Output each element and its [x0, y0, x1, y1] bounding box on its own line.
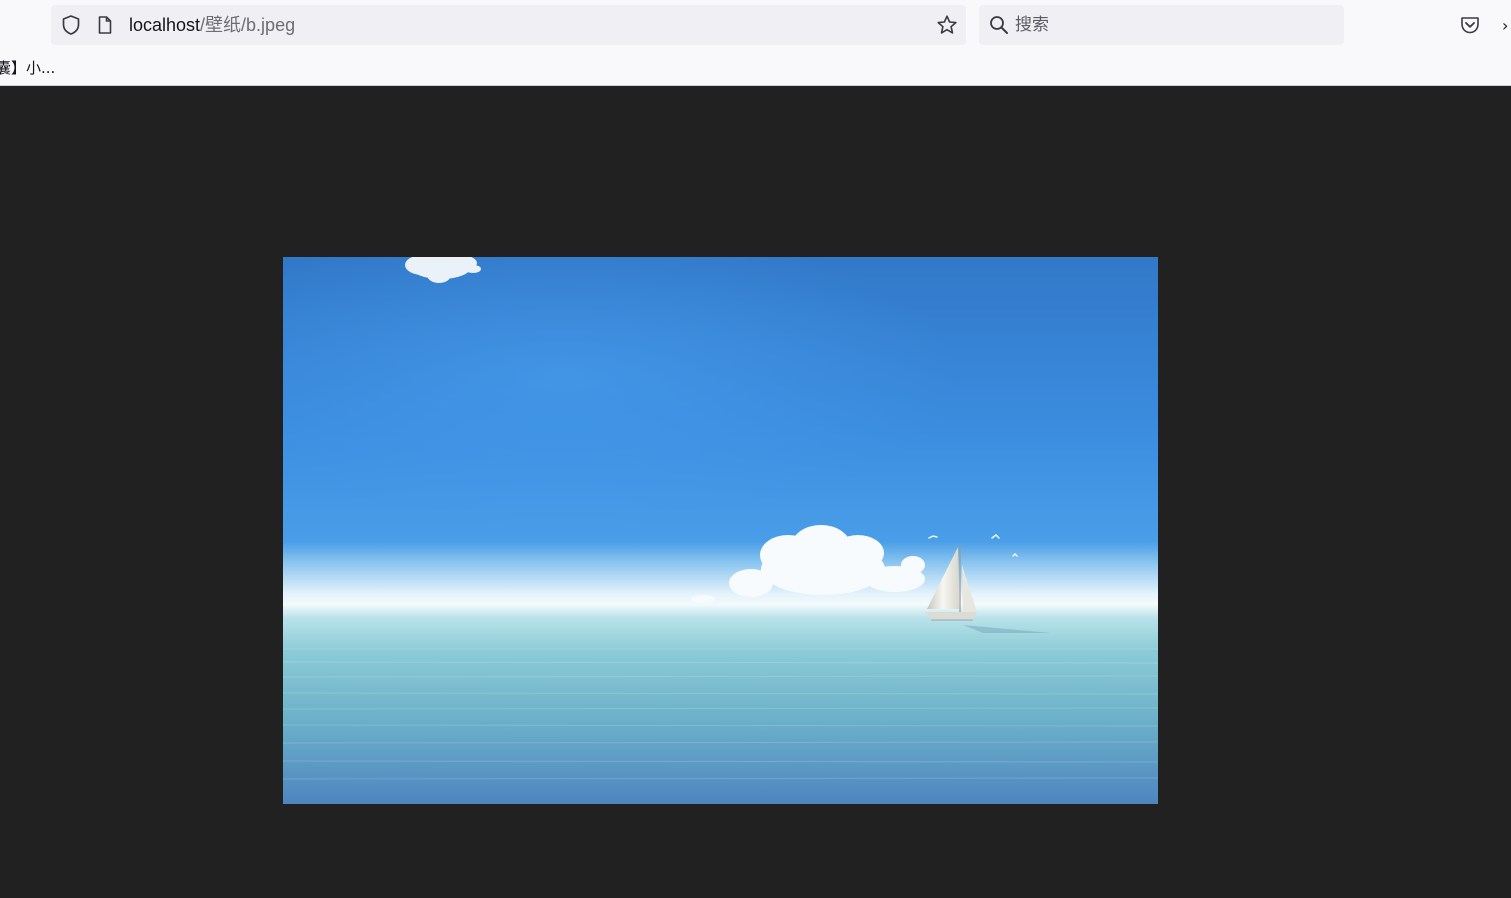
url-text[interactable]: localhost/壁纸/b.jpeg	[129, 14, 295, 36]
browser-toolbar: localhost/壁纸/b.jpeg › 囊】小...	[0, 0, 1511, 86]
url-host: localhost	[129, 15, 201, 35]
star-icon[interactable]	[936, 14, 958, 36]
wallpaper-image[interactable]	[283, 257, 1158, 804]
bookmarks-toolbar: 囊】小...	[0, 56, 1511, 80]
bookmark-item[interactable]: 囊】小...	[0, 57, 55, 79]
pocket-icon[interactable]	[1459, 14, 1481, 36]
url-path: /壁纸/b.jpeg	[200, 15, 296, 35]
page-icon[interactable]	[95, 15, 115, 35]
search-icon	[990, 16, 1008, 34]
shield-icon[interactable]	[60, 14, 82, 36]
image-viewer	[0, 86, 1511, 898]
search-input[interactable]	[1015, 14, 1315, 36]
overflow-menu-icon[interactable]: ›	[1502, 15, 1511, 37]
search-bar[interactable]	[979, 5, 1344, 45]
address-bar[interactable]: localhost/壁纸/b.jpeg	[51, 5, 966, 45]
